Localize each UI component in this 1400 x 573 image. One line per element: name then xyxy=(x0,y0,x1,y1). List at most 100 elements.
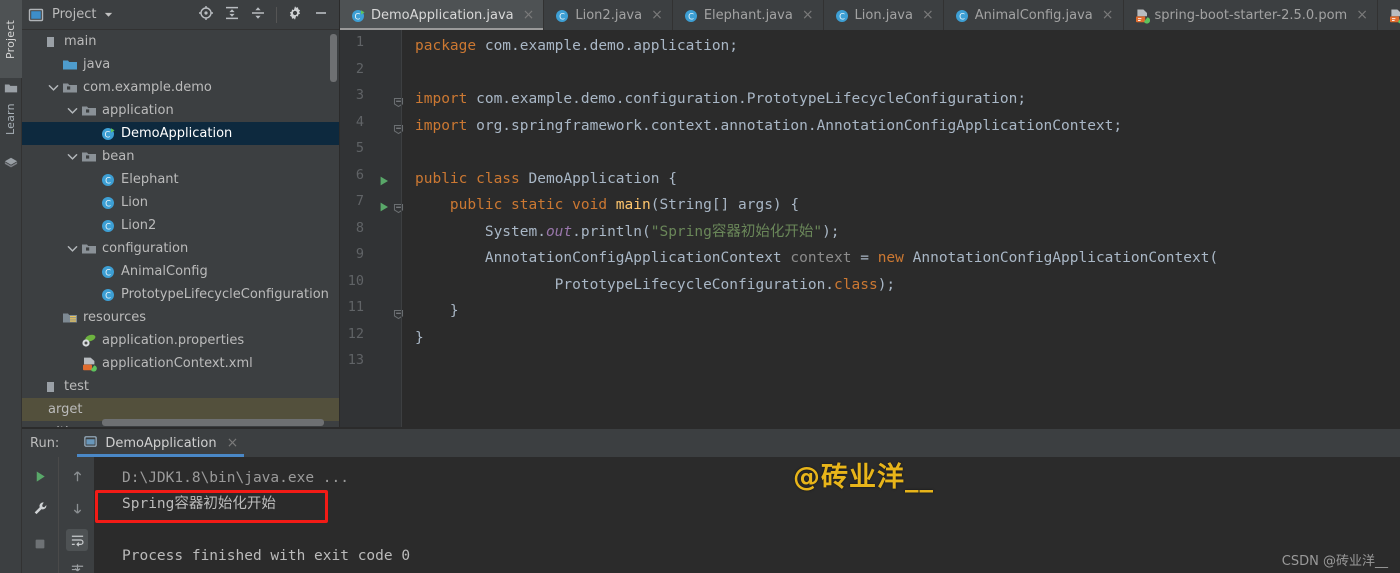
run-gutter-icon[interactable] xyxy=(378,198,390,212)
console-output[interactable]: D:\JDK1.8\bin\java.exe ... Spring容器初始化开始 … xyxy=(94,457,1400,573)
stop-button[interactable] xyxy=(29,533,51,555)
package-icon xyxy=(81,241,97,257)
code-content[interactable]: package com.example.demo.application; im… xyxy=(402,30,1400,428)
tree-item-bean[interactable]: bean xyxy=(22,145,339,168)
chevron-down-icon[interactable] xyxy=(66,150,79,163)
tree-item-configuration[interactable]: configuration xyxy=(22,237,339,260)
scroll-down-button[interactable] xyxy=(66,497,88,519)
tree-item-label: Lion xyxy=(121,195,149,210)
code-token: public class xyxy=(415,170,529,187)
code-line[interactable]: public class DemoApplication { xyxy=(402,166,1400,193)
tree-item-resources[interactable]: resources xyxy=(22,306,339,329)
code-line[interactable]: import com.example.demo.configuration.Pr… xyxy=(402,86,1400,113)
editor-tab-lion2-java[interactable]: C Lion2.java × xyxy=(544,0,673,30)
tree-item-label: resources xyxy=(83,310,147,325)
project-tree-horizontal-scrollbar[interactable] xyxy=(102,419,324,426)
soft-wrap-button[interactable] xyxy=(66,529,88,551)
sidebar-item-learn[interactable]: Learn xyxy=(0,88,22,150)
editor-tab-demoapplication-java[interactable]: C DemoApplication.java × xyxy=(340,0,545,30)
code-line[interactable]: AnnotationConfigApplicationContext conte… xyxy=(402,245,1400,272)
collapse-all-icon[interactable] xyxy=(250,5,266,25)
tree-item-test[interactable]: test xyxy=(22,375,339,398)
chevron-down-icon[interactable] xyxy=(66,104,79,117)
tree-item-application[interactable]: application xyxy=(22,99,339,122)
package-icon xyxy=(81,149,97,165)
code-token: } xyxy=(415,303,459,319)
locate-icon[interactable] xyxy=(198,5,214,25)
tree-item-lion[interactable]: C Lion xyxy=(22,191,339,214)
code-token: AnnotationConfigApplicationContext xyxy=(415,250,791,266)
code-token: { xyxy=(668,170,677,187)
project-tree-vertical-scrollbar[interactable] xyxy=(330,34,337,82)
tree-item-prototypelifecycleconfiguration[interactable]: C PrototypeLifecycleConfiguration xyxy=(22,283,339,306)
code-editor[interactable]: 1 2 3 4 5 6 7 8 9 10 11 12 13 package com.example.de… xyxy=(340,30,1400,428)
tree-item-elephant[interactable]: C Elephant xyxy=(22,168,339,191)
tree-item-demoapplication[interactable]: C DemoApplication xyxy=(22,122,339,145)
tree-item-lion2[interactable]: C Lion2 xyxy=(22,214,339,237)
code-line[interactable]: import org.springframework.context.annot… xyxy=(402,113,1400,140)
tree-item-arget[interactable]: arget xyxy=(22,398,339,421)
code-line[interactable]: System.out.println("Spring容器初始化开始"); xyxy=(402,219,1400,246)
chevron-down-icon[interactable] xyxy=(66,242,79,255)
chevron-down-icon[interactable] xyxy=(103,5,114,24)
java-class-icon: C xyxy=(100,218,116,234)
tree-item-application-properties[interactable]: application.properties xyxy=(22,329,339,352)
code-token: DemoApplication xyxy=(528,170,669,187)
close-icon[interactable]: × xyxy=(1102,7,1114,23)
close-icon[interactable]: × xyxy=(922,7,934,23)
scroll-end-button[interactable] xyxy=(66,559,88,573)
line-number: 12 xyxy=(347,325,364,342)
editor-tab-elephant-java[interactable]: C Elephant.java × xyxy=(673,0,824,30)
settings-wrench-button[interactable] xyxy=(29,497,51,519)
code-token: com.example.demo.configuration.Prototype… xyxy=(476,91,1027,107)
close-icon[interactable]: × xyxy=(802,7,814,23)
gear-icon[interactable] xyxy=(287,5,303,25)
svg-text:C: C xyxy=(105,175,111,185)
run-tab-demoapplication[interactable]: DemoApplication × xyxy=(77,429,245,457)
code-line[interactable]: } xyxy=(402,298,1400,325)
code-line[interactable]: PrototypeLifecycleConfiguration.class); xyxy=(402,272,1400,299)
tree-item-label: configuration xyxy=(102,241,189,256)
tree-item-applicationcontext-xml[interactable]: applicationContext.xml xyxy=(22,352,339,375)
editor-gutter[interactable]: 1 2 3 4 5 6 7 8 9 10 11 12 13 xyxy=(340,30,404,428)
code-line[interactable] xyxy=(402,351,1400,378)
code-line[interactable]: } xyxy=(402,325,1400,352)
code-token: org.springframework.context.annotation.A… xyxy=(476,117,1123,134)
code-line[interactable]: public static void main(String[] args) { xyxy=(402,192,1400,219)
chevron-down-icon[interactable] xyxy=(47,81,60,94)
code-line[interactable]: package com.example.demo.application; xyxy=(402,33,1400,60)
java-class-icon: C xyxy=(554,8,569,23)
tree-item-animalconfig[interactable]: C AnimalConfig xyxy=(22,260,339,283)
run-gutter-icon[interactable] xyxy=(378,172,390,185)
close-icon[interactable]: × xyxy=(523,7,535,23)
editor-tab-spring-boot-starter-2-5-0-pom[interactable]: spring-boot-starter-2.5.0.pom × xyxy=(1124,0,1378,30)
tree-item-label: application.properties xyxy=(102,333,245,348)
rerun-button[interactable] xyxy=(29,465,51,487)
sidebar-item-project[interactable]: Project xyxy=(0,0,22,78)
project-tool-window: Project main java com.example.demo appli… xyxy=(22,0,340,428)
tree-item-java[interactable]: java xyxy=(22,53,339,76)
editor-tab-lion-java[interactable]: C Lion.java × xyxy=(824,0,944,30)
code-token: PrototypeLifecycleConfiguration. xyxy=(415,276,835,293)
close-icon[interactable]: × xyxy=(651,7,663,23)
minimize-icon[interactable] xyxy=(313,5,329,25)
tree-item-com-example-demo[interactable]: com.example.demo xyxy=(22,76,339,99)
code-line[interactable] xyxy=(402,60,1400,87)
left-tool-strip: Project Learn xyxy=(0,0,22,573)
close-icon[interactable]: × xyxy=(1356,7,1368,23)
code-line[interactable] xyxy=(402,139,1400,166)
scroll-up-button[interactable] xyxy=(66,465,88,487)
expand-all-icon[interactable] xyxy=(224,5,240,25)
close-icon[interactable]: × xyxy=(227,435,239,451)
editor-tab-overflow[interactable] xyxy=(1378,0,1400,30)
tree-item-main[interactable]: main xyxy=(22,30,339,53)
editor-tab-animalconfig-java[interactable]: C AnimalConfig.java × xyxy=(944,0,1124,30)
run-tab-label: DemoApplication xyxy=(105,435,217,451)
svg-text:C: C xyxy=(105,221,111,231)
project-tree[interactable]: main java com.example.demo application C Demo… xyxy=(22,30,339,428)
editor-tab-bar[interactable]: C DemoApplication.java × C Lion2.java × C Eleph… xyxy=(340,0,1400,30)
